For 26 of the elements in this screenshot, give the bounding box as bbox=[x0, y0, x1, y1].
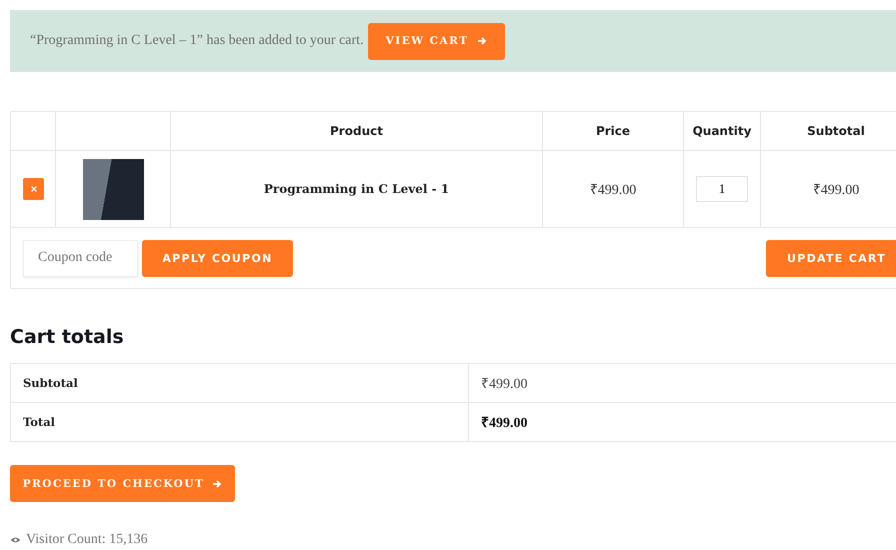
notice-message: “Programming in C Level – 1” has been added to your cart. bbox=[30, 33, 364, 49]
update-cart-button[interactable]: UPDATE CART bbox=[766, 240, 896, 276]
price-text: ₹499.00 bbox=[590, 182, 636, 199]
subtotal-text: ₹499.00 bbox=[812, 182, 860, 199]
view-cart-button[interactable]: VIEW CART bbox=[368, 22, 505, 60]
column-header: Quantity bbox=[692, 124, 752, 138]
remove-button[interactable] bbox=[23, 178, 44, 200]
totals-label: Subtotal bbox=[23, 376, 78, 390]
column-header: Product bbox=[330, 124, 383, 138]
eye-icon bbox=[10, 536, 21, 544]
totals-value: ₹499.00 bbox=[481, 376, 528, 393]
totals-value: ₹499.00 bbox=[481, 415, 528, 432]
apply-coupon-button[interactable]: APPLY COUPON bbox=[142, 240, 293, 276]
column-header: Subtotal bbox=[807, 124, 865, 138]
checkout-button[interactable]: PROCEED TO CHECKOUT bbox=[10, 465, 235, 502]
totals-label: Total bbox=[23, 415, 56, 429]
quantity-field[interactable]: 1 bbox=[696, 176, 748, 202]
cart-totals-heading: Cart totals bbox=[10, 325, 125, 349]
product-name[interactable]: Programming in C Level - 1 bbox=[264, 182, 450, 196]
close-icon bbox=[30, 185, 38, 193]
photo-placeholder bbox=[82, 158, 144, 220]
column-header: Price bbox=[596, 124, 630, 138]
coupon-field[interactable]: Coupon code bbox=[23, 240, 138, 276]
arrow-icon bbox=[476, 36, 487, 46]
arrow-icon bbox=[212, 478, 222, 488]
visitor-count: Visitor Count: 15,136 bbox=[26, 532, 148, 548]
